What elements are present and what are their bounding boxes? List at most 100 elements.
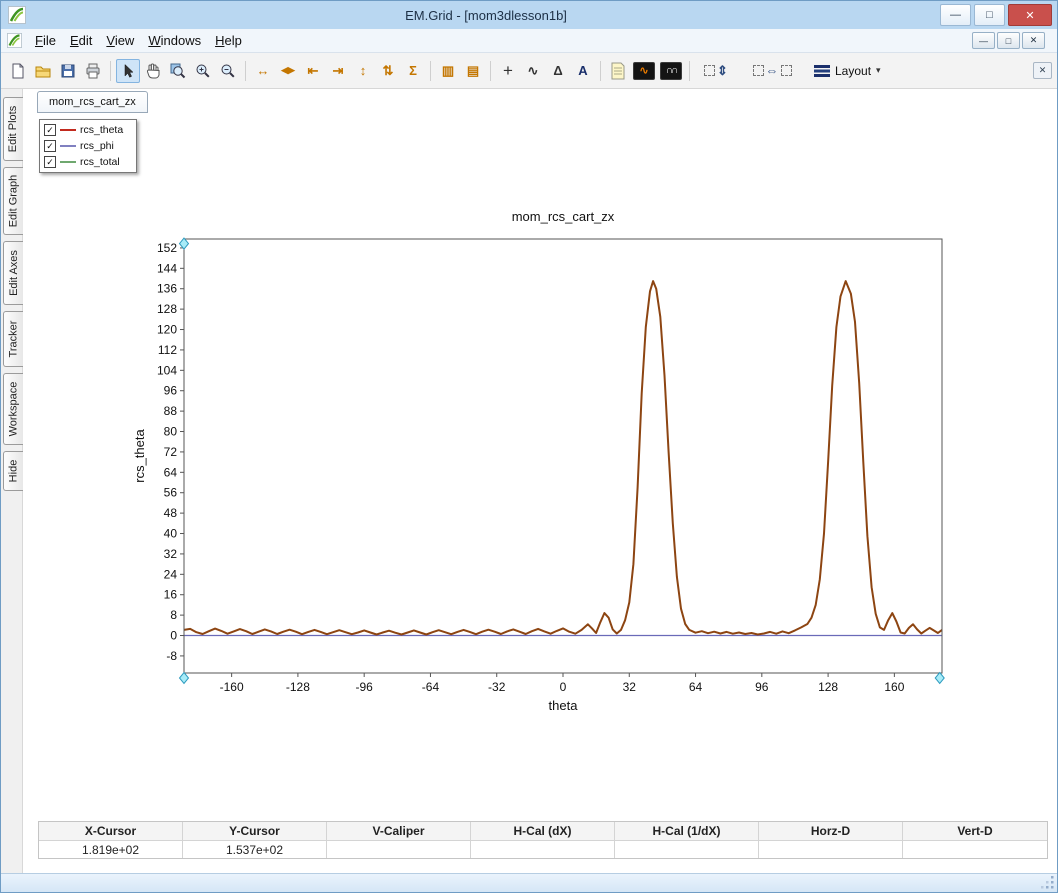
close-icon: ✕ [1025, 9, 1035, 22]
fft-button[interactable]: ∿ [633, 61, 655, 80]
fft-wave-icon: ∿ [639, 65, 649, 77]
menu-windows[interactable]: Windows [141, 31, 208, 50]
close-button[interactable]: ✕ [1008, 4, 1052, 26]
print-button[interactable] [81, 59, 105, 83]
pan-x-button[interactable]: ◀▶ [276, 59, 300, 83]
resize-grip[interactable] [1041, 876, 1055, 890]
gaussian-curves-icon: ∩∩ [665, 65, 679, 76]
arrange-horizontal-button[interactable]: ⇔ [746, 59, 798, 83]
shift-right-button[interactable]: ⇥ [326, 59, 350, 83]
menu-file[interactable]: File [28, 31, 63, 50]
arrange-vertical-button[interactable]: ⇕ [695, 59, 735, 83]
pan-y-button[interactable]: ⇅ [376, 59, 400, 83]
plot-frame-icon [780, 65, 792, 76]
zoom-in-icon [196, 64, 210, 78]
legend-checkbox-rcs-phi[interactable]: ✓ [44, 140, 56, 152]
arrange-vertical-icon: ⇕ [717, 62, 728, 78]
sidebar-tab-edit-plots[interactable]: Edit Plots [3, 97, 23, 161]
save-button[interactable] [56, 59, 80, 83]
maximize-button[interactable]: □ [974, 4, 1005, 26]
cursor-header-cell: H-Cal (dX) [471, 822, 615, 841]
text-a-icon: A [578, 63, 588, 78]
svg-text:-32: -32 [488, 680, 506, 694]
new-button[interactable] [6, 59, 30, 83]
svg-text:-8: -8 [166, 649, 177, 663]
sidebar-tab-hide[interactable]: Hide [3, 451, 23, 491]
minimize-button[interactable]: — [940, 4, 971, 26]
gaussian-button[interactable]: ∩∩ [660, 61, 682, 80]
toolbar-separator [110, 60, 111, 81]
svg-text:64: 64 [164, 465, 178, 479]
open-button[interactable] [31, 59, 55, 83]
svg-text:24: 24 [164, 567, 178, 581]
caliper-tool[interactable]: Δ [546, 59, 570, 83]
fit-width-button[interactable]: ↔ [251, 59, 275, 83]
chart-svg[interactable]: -160 -128 -96 -64 -32 0 32 64 96 128 1601521441361… [23, 199, 1049, 739]
chart-area: -160 -128 -96 -64 -32 0 32 64 96 128 160 152 144 136 1… [23, 199, 1049, 739]
svg-text:80: 80 [164, 425, 178, 439]
mdi-close-button[interactable]: ✕ [1022, 32, 1045, 49]
mdi-restore-button[interactable]: □ [997, 32, 1020, 49]
legend-line [60, 145, 76, 147]
crosshair-tool[interactable]: + [496, 59, 520, 83]
app-logo-icon [8, 6, 26, 24]
open-folder-icon [35, 66, 51, 77]
legend-line [60, 161, 76, 163]
menu-view[interactable]: View [99, 31, 141, 50]
pan-y-icon: ⇅ [382, 62, 394, 78]
svg-text:64: 64 [689, 680, 703, 694]
statusbar [1, 873, 1057, 892]
sidebar-tab-edit-axes[interactable]: Edit Axes [3, 241, 23, 305]
legend-checkbox-rcs-total[interactable]: ✓ [44, 156, 56, 168]
legend-item: ✓ rcs_phi [44, 139, 132, 153]
fit-height-button[interactable]: ↕ [351, 59, 375, 83]
cursor-arrow-icon [124, 63, 134, 78]
legend-item: ✓ rcs_theta [44, 123, 132, 137]
zoom-in-tool[interactable] [191, 59, 215, 83]
menu-edit[interactable]: Edit [63, 31, 99, 50]
text-tool[interactable]: A [571, 59, 595, 83]
tracker-tool[interactable]: ∿ [521, 59, 545, 83]
zoom-window-icon [170, 63, 186, 78]
sidebar-tab-edit-graph[interactable]: Edit Graph [3, 167, 23, 235]
fit-height-icon: ↕ [359, 63, 367, 78]
svg-text:0: 0 [170, 629, 177, 643]
menu-help[interactable]: Help [208, 31, 249, 50]
toolbar: ↔ ◀▶ ⇤ ⇥ ↕ ⇅ Σ ▥ ▤ + ∿ Δ A ∿ ∩∩ ⇕ ⇔ Layo… [1, 53, 1057, 89]
notes-button[interactable] [606, 59, 630, 83]
cursor-header-cell: V-Caliper [327, 822, 471, 841]
select-tool[interactable] [116, 58, 140, 83]
cursor-header-cell: H-Cal (1/dX) [615, 822, 759, 841]
toolbar-close-button[interactable]: ✕ [1033, 62, 1052, 79]
svg-text:144: 144 [157, 261, 177, 275]
layout-dropdown[interactable]: Layout ▾ [805, 59, 890, 83]
floppy-icon [61, 64, 75, 77]
cursor-value-cell [903, 841, 1047, 858]
legend-panel: ✓ rcs_theta ✓ rcs_phi ✓ rcs_total [39, 119, 137, 173]
legend-checkbox-rcs-theta[interactable]: ✓ [44, 124, 56, 136]
svg-text:-128: -128 [286, 680, 310, 694]
zoom-window-tool[interactable] [166, 59, 190, 83]
stack-vertical-button[interactable]: ▥ [436, 59, 460, 83]
legend-label: rcs_total [80, 156, 120, 168]
legend-line [60, 129, 76, 131]
crosshair-icon: + [503, 60, 513, 80]
zoom-out-tool[interactable] [216, 59, 240, 83]
titlebar: EM.Grid - [mom3dlesson1b] — □ ✕ [1, 1, 1057, 29]
cursor-value-cell: 1.537e+02 [183, 841, 327, 858]
mdi-minimize-button[interactable]: — [972, 32, 995, 49]
sidebar-tab-tracker[interactable]: Tracker [3, 311, 23, 367]
sidebar-tab-workspace[interactable]: Workspace [3, 373, 23, 445]
svg-text:8: 8 [170, 608, 177, 622]
document-tab[interactable]: mom_rcs_cart_zx [37, 91, 148, 113]
printer-icon [86, 63, 100, 78]
autoscale-button[interactable]: Σ [401, 59, 425, 83]
stack-horizontal-button[interactable]: ▤ [461, 59, 485, 83]
shift-left-button[interactable]: ⇤ [301, 59, 325, 83]
pan-tool[interactable] [141, 59, 165, 83]
svg-text:112: 112 [158, 343, 177, 357]
maximize-icon: □ [986, 9, 993, 21]
toolbar-separator [430, 60, 431, 81]
window-title: EM.Grid - [mom3dlesson1b] [405, 7, 567, 23]
plot-workspace: mom_rcs_cart_zx ✓ rcs_theta ✓ rcs_phi ✓ … [23, 89, 1057, 873]
